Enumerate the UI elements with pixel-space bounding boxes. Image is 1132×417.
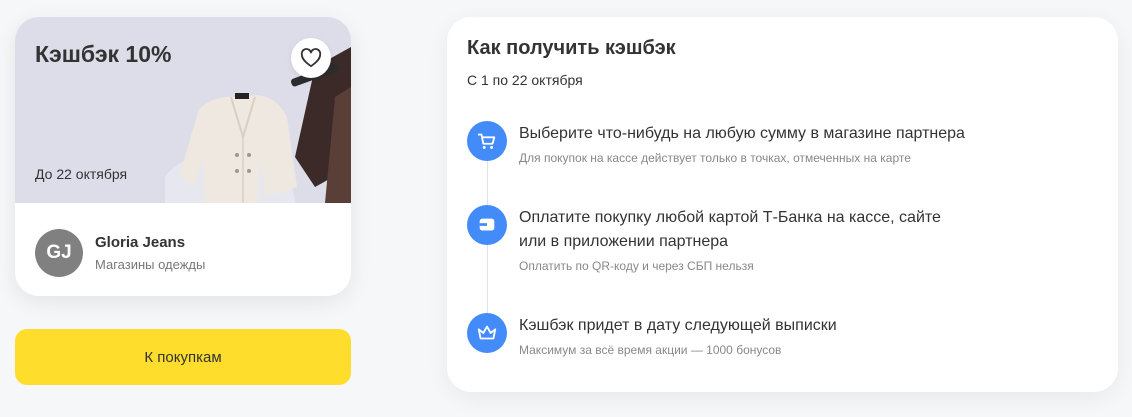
step-1-note: Для покупок на кассе действует только в …: [519, 151, 911, 165]
step-2-note: Оплатить по QR-коду и через СБП нельзя: [519, 259, 754, 273]
offer-deadline: До 22 октября: [35, 166, 128, 182]
step-3-icon-badge: [467, 313, 507, 353]
howto-period: С 1 по 22 октября: [467, 72, 583, 88]
brand-info: GJ Gloria Jeans Магазины одежды: [35, 229, 205, 277]
brand-avatar: GJ: [35, 229, 83, 277]
howto-card: Как получить кэшбэк С 1 по 22 октября Вы…: [447, 17, 1118, 392]
card-icon: [479, 218, 495, 231]
step-2-icon-badge: [467, 205, 507, 245]
step-3-note: Максимум за всё время акции — 1000 бонус…: [519, 343, 782, 357]
crown-icon: [477, 325, 497, 340]
brand-name: Gloria Jeans: [95, 234, 186, 251]
howto-title: Как получить кэшбэк: [467, 37, 676, 59]
step-1-title: Выберите что-нибудь на любую сумму в маг…: [519, 125, 965, 142]
step-2-title-line-1: Оплатите покупку любой картой Т-Банка на…: [519, 209, 941, 226]
offer-card[interactable]: Кэшбэк 10% До 22 октября GJ Gloria Jeans…: [15, 17, 351, 296]
step-1-icon-badge: [467, 121, 507, 161]
cashback-title: Кэшбэк 10%: [35, 41, 172, 67]
step-3-title: Кэшбэк придет в дату следующей выписки: [519, 317, 837, 334]
go-shopping-button[interactable]: К покупкам: [15, 329, 351, 385]
offer-banner: Кэшбэк 10% До 22 октября: [15, 17, 351, 203]
cart-icon: [477, 133, 496, 149]
step-2-title-line-2: или в приложении партнера: [519, 233, 729, 250]
favorite-button[interactable]: [291, 38, 331, 78]
brand-category: Магазины одежды: [95, 257, 206, 272]
heart-icon: [300, 48, 322, 68]
